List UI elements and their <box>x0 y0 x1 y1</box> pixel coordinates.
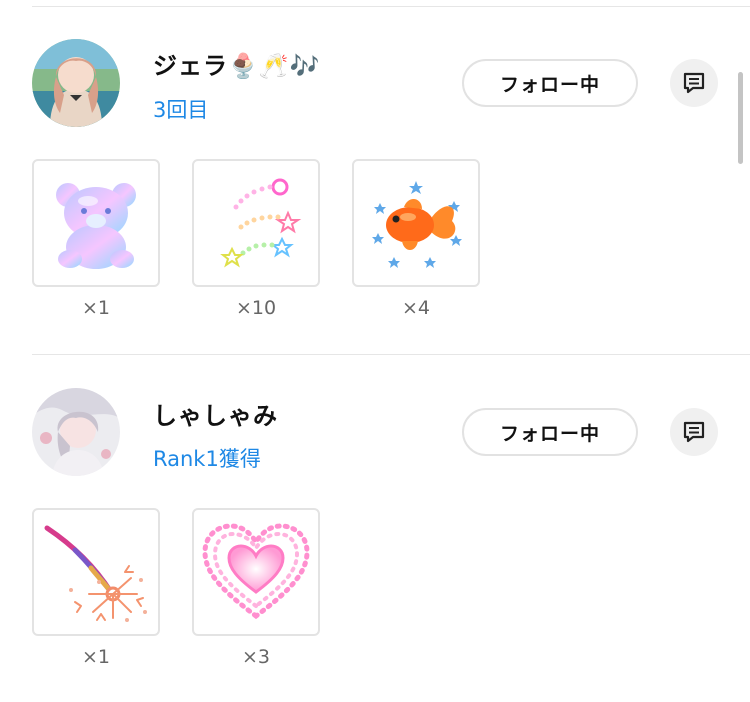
avatar[interactable] <box>32 39 120 127</box>
gift-count: ×3 <box>241 646 270 668</box>
gift-count: ×1 <box>81 646 110 668</box>
gift-item[interactable]: ×1 <box>32 508 160 668</box>
user-badge: Rank1獲得 <box>153 447 261 471</box>
goldfish-gift-icon <box>372 181 462 268</box>
gift-item[interactable]: ×1 <box>32 159 160 319</box>
message-button[interactable] <box>670 408 718 456</box>
follow-button[interactable]: フォロー中 <box>462 408 638 456</box>
heart-gift-icon <box>202 523 310 620</box>
gift-count: ×1 <box>81 297 110 319</box>
gift-item[interactable]: ×10 <box>192 159 320 319</box>
follow-button[interactable]: フォロー中 <box>462 59 638 107</box>
message-icon <box>683 72 705 94</box>
section-divider <box>32 354 750 355</box>
message-button[interactable] <box>670 59 718 107</box>
message-icon <box>683 421 705 443</box>
top-divider <box>32 6 750 7</box>
gift-count: ×4 <box>401 297 430 319</box>
scrollbar[interactable] <box>738 72 743 164</box>
gift-item[interactable]: ×3 <box>192 508 320 668</box>
gift-item[interactable]: ×4 <box>352 159 480 319</box>
sparkler-gift-icon <box>44 525 147 622</box>
bear-gift-icon <box>56 183 136 269</box>
user-badge: 3回目 <box>153 98 209 122</box>
user-name[interactable]: しゃしゃみ <box>153 396 278 431</box>
user-name[interactable]: ジェラ🍨🥂🎶 <box>153 46 321 81</box>
avatar[interactable] <box>32 388 120 476</box>
shooting-star-gift-icon <box>220 178 302 268</box>
gift-count: ×10 <box>235 297 277 319</box>
